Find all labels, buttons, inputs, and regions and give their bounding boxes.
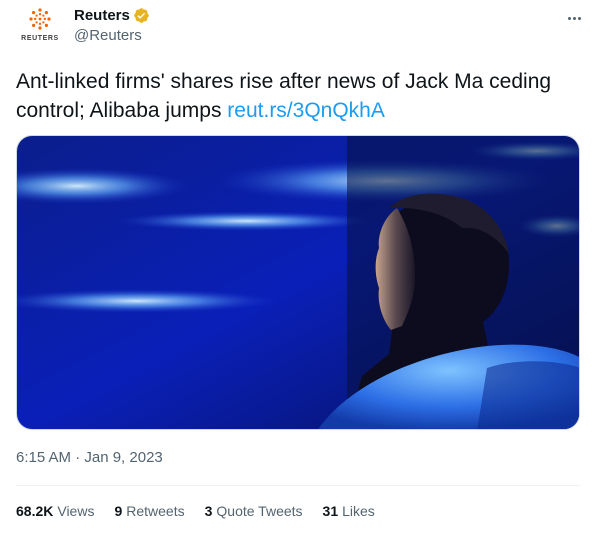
likes-count: 31 (322, 503, 339, 519)
likes-label: Likes (342, 503, 375, 519)
tweet-header: REUTERS Reuters @Reuters (16, 4, 586, 48)
more-horizontal-icon (572, 16, 576, 20)
verified-badge-icon (134, 7, 149, 23)
quote-tweets-stat[interactable]: 3 Quote Tweets (205, 503, 303, 519)
views-stat[interactable]: 68.2K Views (16, 503, 94, 519)
photo-image (17, 136, 579, 429)
more-horizontal-icon (567, 16, 571, 20)
tweet-text: Ant-linked firms' shares rise after news… (16, 67, 576, 125)
tweet-photo[interactable] (16, 135, 580, 430)
more-options-button[interactable] (562, 10, 586, 26)
avatar[interactable]: REUTERS (16, 7, 64, 49)
tweet-timestamp[interactable]: 6:15 AM · Jan 9, 2023 (16, 449, 163, 466)
likes-stat[interactable]: 31 Likes (323, 503, 375, 519)
tweet-link[interactable]: reut.rs/3QnQkhA (227, 99, 385, 122)
retweets-stat[interactable]: 9 Retweets (114, 503, 184, 519)
display-name[interactable]: Reuters (74, 7, 130, 24)
quote-tweets-count: 3 (204, 503, 213, 519)
logo-wordmark: REUTERS (21, 35, 59, 42)
tweet: REUTERS Reuters @Reuters Ant-linked firm… (0, 0, 596, 535)
retweets-label: Retweets (126, 503, 185, 519)
reuters-logo-icon (29, 8, 51, 30)
quote-tweets-label: Quote Tweets (216, 503, 303, 519)
display-name-row: Reuters (74, 4, 150, 26)
views-label: Views (57, 503, 95, 519)
author-names: Reuters @Reuters (74, 4, 150, 44)
retweets-count: 9 (114, 503, 123, 519)
views-count: 68.2K (16, 503, 54, 519)
tweet-stats: 68.2K Views 9 Retweets 3 Quote Tweets 31 Lik… (16, 501, 395, 521)
divider (16, 485, 580, 486)
author-handle[interactable]: @Reuters (74, 27, 150, 44)
more-horizontal-icon (577, 16, 581, 20)
